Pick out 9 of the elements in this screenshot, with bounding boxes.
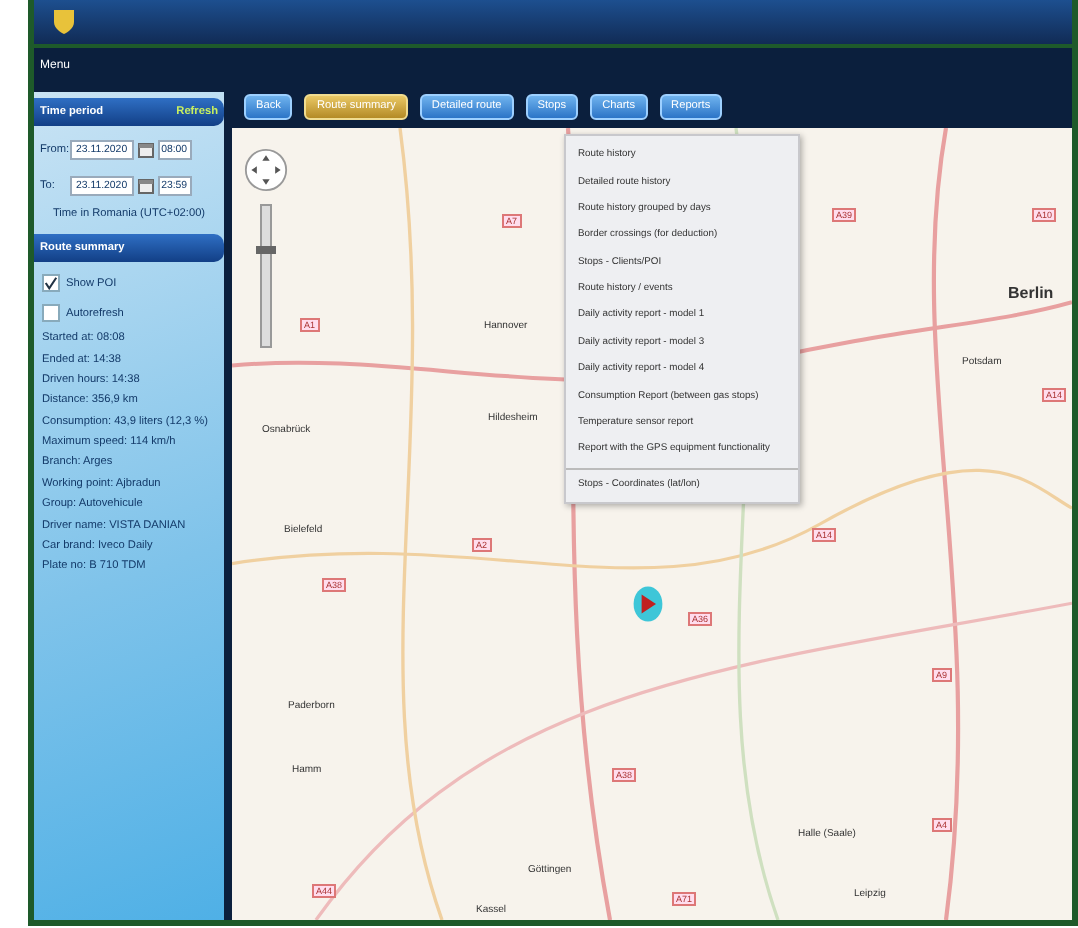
calendar-icon[interactable] <box>137 142 154 158</box>
vehicle-marker-icon <box>632 584 664 624</box>
pan-control-icon[interactable] <box>244 148 288 192</box>
calendar-icon[interactable] <box>137 178 154 194</box>
shield-logo-icon <box>54 10 74 34</box>
checkbox[interactable] <box>42 274 60 292</box>
city-label: Berlin <box>1008 284 1054 302</box>
checkbox[interactable] <box>42 304 60 322</box>
zoom-slider-thumb[interactable] <box>256 245 276 254</box>
